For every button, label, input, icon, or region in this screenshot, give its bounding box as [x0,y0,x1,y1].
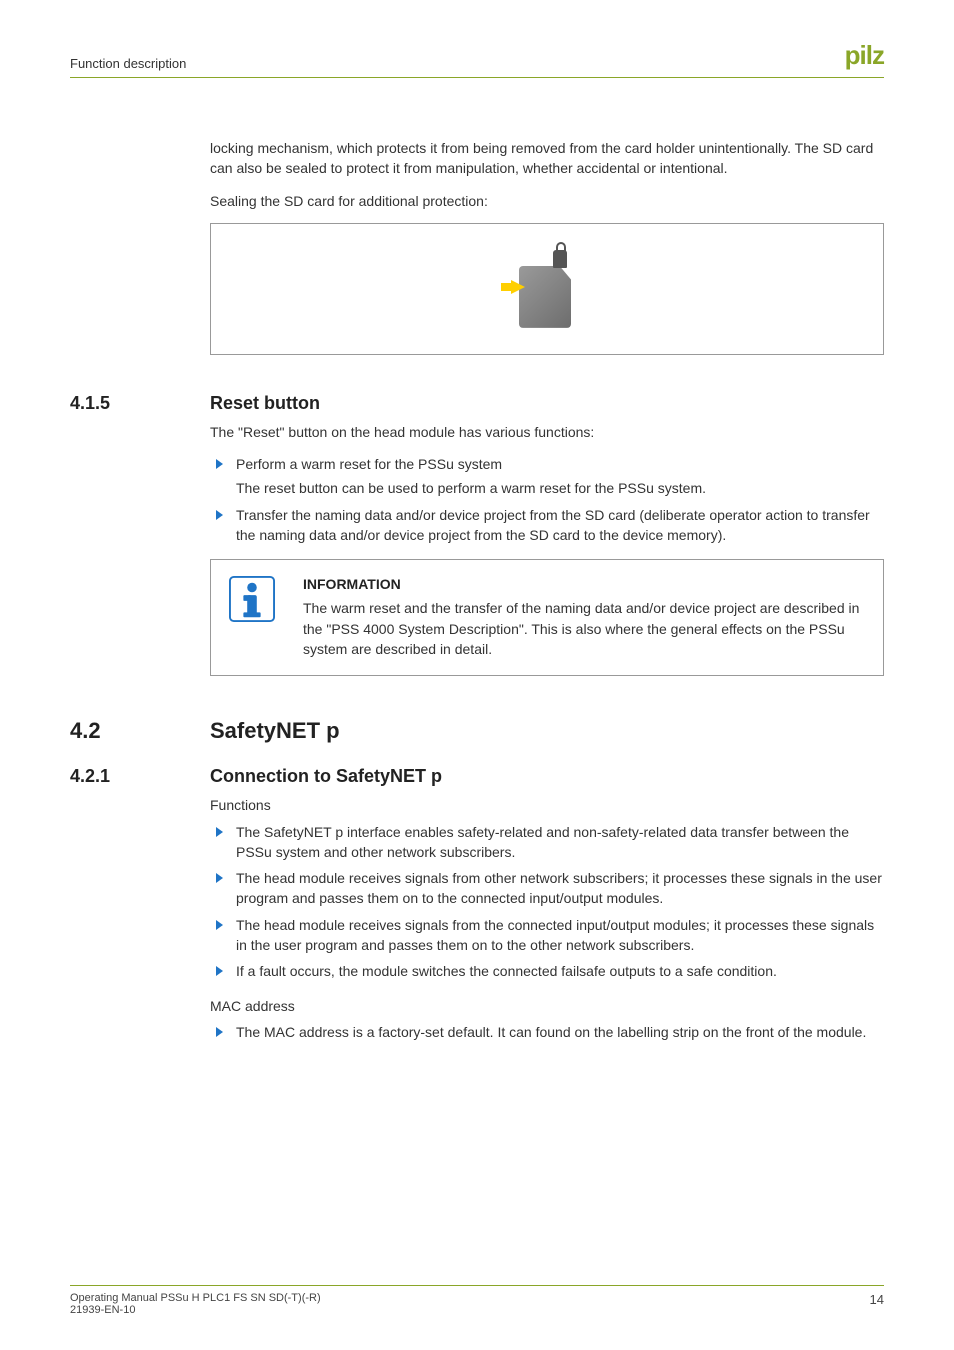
information-icon [229,576,275,622]
intro-paragraph-2: Sealing the SD card for additional prote… [210,191,884,211]
list-item: The SafetyNET p interface enables safety… [210,822,884,863]
sd-card-seal-illustration [507,244,587,334]
list-item: Perform a warm reset for the PSSu system… [210,454,884,499]
section-4-2-heading: 4.2 SafetyNET p [70,718,884,744]
header-section-label: Function description [70,56,186,71]
mac-address-label: MAC address [210,996,884,1016]
reset-lead-text: The "Reset" button on the head module ha… [210,422,884,442]
intro-paragraph-1: locking mechanism, which protects it fro… [210,138,884,179]
sd-card-icon [519,266,571,328]
document-page: Function description pilz locking mechan… [0,0,954,1350]
section-4-1-5-body: The "Reset" button on the head module ha… [210,422,884,545]
functions-label: Functions [210,795,884,815]
page-number: 14 [870,1292,884,1307]
mac-address-list: The MAC address is a factory-set default… [210,1022,884,1042]
information-heading: INFORMATION [303,576,865,592]
information-callout: INFORMATION The warm reset and the trans… [210,559,884,676]
section-4-2-1-body: Functions The SafetyNET p interface enab… [210,795,884,1042]
reset-function-list: Perform a warm reset for the PSSu system… [210,454,884,545]
list-item: The head module receives signals from ot… [210,868,884,909]
footer-doc-title: Operating Manual PSSu H PLC1 FS SN SD(-T… [70,1292,321,1304]
list-item-text: Perform a warm reset for the PSSu system [236,456,502,472]
section-number: 4.1.5 [70,393,210,414]
list-item-text: Transfer the naming data and/or device p… [236,507,870,543]
list-item-text: The head module receives signals from th… [236,917,874,953]
section-4-1-5-heading: 4.1.5 Reset button [70,393,884,414]
list-item: If a fault occurs, the module switches t… [210,961,884,981]
section-4-2-1-heading: 4.2.1 Connection to SafetyNET p [70,766,884,787]
functions-list: The SafetyNET p interface enables safety… [210,822,884,982]
section-title: Reset button [210,393,320,414]
section-title: Connection to SafetyNET p [210,766,442,787]
list-item: The MAC address is a factory-set default… [210,1022,884,1042]
list-item-subtext: The reset button can be used to perform … [236,478,884,498]
list-item: The head module receives signals from th… [210,915,884,956]
padlock-icon [553,250,567,268]
intro-block: locking mechanism, which protects it fro… [210,138,884,211]
list-item-text: The SafetyNET p interface enables safety… [236,824,849,860]
section-number: 4.2 [70,718,210,744]
list-item: Transfer the naming data and/or device p… [210,505,884,546]
footer-doc-id: 21939-EN-10 [70,1304,321,1316]
yellow-arrow-icon [511,280,525,294]
footer-left: Operating Manual PSSu H PLC1 FS SN SD(-T… [70,1292,321,1316]
section-number: 4.2.1 [70,766,210,787]
running-header: Function description pilz [70,40,884,78]
list-item-text: The MAC address is a factory-set default… [236,1024,866,1040]
information-text: INFORMATION The warm reset and the trans… [303,576,865,659]
sd-seal-figure [210,223,884,355]
page-footer: Operating Manual PSSu H PLC1 FS SN SD(-T… [70,1285,884,1316]
list-item-text: If a fault occurs, the module switches t… [236,963,777,979]
list-item-text: The head module receives signals from ot… [236,870,882,906]
pilz-logo: pilz [845,40,884,71]
information-body: The warm reset and the transfer of the n… [303,598,865,659]
section-title: SafetyNET p [210,718,340,744]
